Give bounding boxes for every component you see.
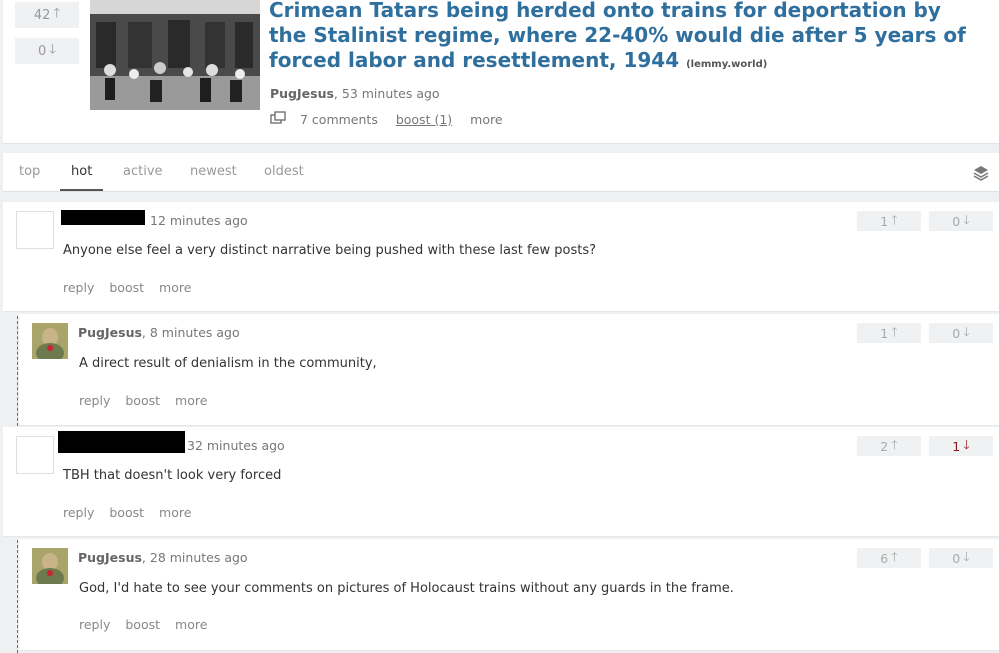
comment-reply: PugJesus, 8 minutes ago A direct result … xyxy=(19,314,999,426)
avatar[interactable] xyxy=(32,548,68,584)
more-link[interactable]: more xyxy=(159,280,191,295)
thread-line[interactable] xyxy=(17,540,18,653)
arrow-down-icon: 🡓 xyxy=(49,42,57,57)
boost-link[interactable]: boost (1) xyxy=(396,112,452,127)
boost-link[interactable]: boost xyxy=(125,393,160,408)
comment-actions: reply boost more xyxy=(79,617,222,632)
upvote-button[interactable]: 2 🡑 xyxy=(857,436,921,456)
post-title-text[interactable]: Crimean Tatars being herded onto trains … xyxy=(269,0,966,72)
comment-author[interactable]: PugJesus xyxy=(78,325,142,340)
downvote-button[interactable]: 0 🡓 xyxy=(929,548,993,568)
arrow-down-icon: 🡓 xyxy=(963,323,970,339)
post-thumbnail[interactable] xyxy=(90,0,260,110)
comment-time: , 8 minutes ago xyxy=(141,325,240,340)
tab-newest[interactable]: newest xyxy=(190,153,237,191)
comment-actions: reply boost more xyxy=(63,505,206,520)
comment-body: God, I'd hate to see your comments on pi… xyxy=(79,581,734,596)
comment-body: Anyone else feel a very distinct narrati… xyxy=(63,243,597,258)
comment-author[interactable]: PugJesus xyxy=(78,550,142,565)
comment-actions: reply boost more xyxy=(63,280,206,295)
arrow-down-icon: 🡓 xyxy=(963,548,970,564)
layers-icon[interactable] xyxy=(973,165,989,181)
post-card: 42 🡑 0 🡓 Crimean Tatars being herded ont… xyxy=(3,0,999,144)
boost-link[interactable]: boost xyxy=(109,505,144,520)
avatar-placeholder[interactable] xyxy=(16,211,54,249)
upvote-count: 2 xyxy=(880,438,889,454)
crosspost-icon[interactable] xyxy=(270,111,286,127)
more-link[interactable]: more xyxy=(159,505,191,520)
upvote-button[interactable]: 6 🡑 xyxy=(857,548,921,568)
downvote-count: 0 xyxy=(952,325,961,341)
comment-time: , 28 minutes ago xyxy=(141,550,248,565)
reply-link[interactable]: reply xyxy=(79,617,110,632)
tab-top[interactable]: top xyxy=(19,153,40,191)
thread-line[interactable] xyxy=(17,316,18,426)
tab-active[interactable]: active xyxy=(123,153,163,191)
post-time: , 53 minutes ago xyxy=(333,86,440,101)
comment-time: 32 minutes ago xyxy=(187,438,285,453)
comment-body: TBH that doesn't look very forced xyxy=(63,468,282,483)
comment-actions: reply boost more xyxy=(79,393,222,408)
downvote-count: 0 xyxy=(952,550,961,566)
boost-link[interactable]: boost xyxy=(109,280,144,295)
boost-link[interactable]: boost xyxy=(125,617,160,632)
more-link[interactable]: more xyxy=(175,393,207,408)
reply-link[interactable]: reply xyxy=(63,505,94,520)
avatar-placeholder[interactable] xyxy=(16,436,54,474)
comment-meta: PugJesus, 28 minutes ago xyxy=(78,550,248,565)
redacted-username xyxy=(58,431,185,453)
arrow-up-icon: 🡑 xyxy=(891,436,898,452)
comment-meta: PugJesus, 8 minutes ago xyxy=(78,325,240,340)
tab-hot[interactable]: hot xyxy=(60,153,104,191)
arrow-up-icon: 🡑 xyxy=(53,6,61,21)
post-upvote-count: 42 xyxy=(33,7,51,23)
comment-body: A direct result of denialism in the comm… xyxy=(79,356,377,371)
comment-time: 12 minutes ago xyxy=(150,213,248,228)
arrow-up-icon: 🡑 xyxy=(891,323,898,339)
arrow-down-icon: 🡓 xyxy=(963,436,970,452)
upvote-button[interactable]: 1 🡑 xyxy=(857,211,921,231)
comment: 32 minutes ago TBH that doesn't look ver… xyxy=(3,427,999,537)
redacted-username xyxy=(61,210,145,225)
sort-tabs: top hot active newest oldest xyxy=(3,153,999,192)
reply-link[interactable]: reply xyxy=(63,280,94,295)
comment: 12 minutes ago Anyone else feel a very d… xyxy=(3,202,999,312)
downvote-count: 1 xyxy=(952,438,961,454)
upvote-count: 1 xyxy=(880,325,889,341)
reply-link[interactable]: reply xyxy=(79,393,110,408)
train-photo-image xyxy=(90,0,260,110)
comments-link[interactable]: 7 comments xyxy=(300,112,378,127)
arrow-up-icon: 🡑 xyxy=(891,211,898,227)
downvote-button[interactable]: 0 🡓 xyxy=(929,211,993,231)
post-title[interactable]: Crimean Tatars being herded onto trains … xyxy=(269,0,969,77)
post-more-link[interactable]: more xyxy=(470,112,502,127)
upvote-count: 1 xyxy=(880,213,889,229)
downvote-button[interactable]: 1 🡓 xyxy=(929,436,993,456)
post-domain[interactable]: (lemmy.world) xyxy=(686,59,767,70)
downvote-button[interactable]: 0 🡓 xyxy=(929,323,993,343)
downvote-count: 0 xyxy=(952,213,961,229)
upvote-button[interactable]: 1 🡑 xyxy=(857,323,921,343)
post-author[interactable]: PugJesus xyxy=(270,86,334,101)
post-downvote-count: 0 xyxy=(37,43,47,59)
avatar[interactable] xyxy=(32,323,68,359)
post-upvote-button[interactable]: 42 🡑 xyxy=(15,2,79,28)
upvote-count: 6 xyxy=(880,550,889,566)
post-downvote-button[interactable]: 0 🡓 xyxy=(15,38,79,64)
arrow-up-icon: 🡑 xyxy=(891,548,898,564)
comment-reply: PugJesus, 28 minutes ago God, I'd hate t… xyxy=(19,539,999,651)
arrow-down-icon: 🡓 xyxy=(963,211,970,227)
tab-oldest[interactable]: oldest xyxy=(264,153,304,191)
more-link[interactable]: more xyxy=(175,617,207,632)
post-actions: 7 comments boost (1) more xyxy=(270,111,521,127)
post-meta: PugJesus, 53 minutes ago xyxy=(270,86,440,101)
